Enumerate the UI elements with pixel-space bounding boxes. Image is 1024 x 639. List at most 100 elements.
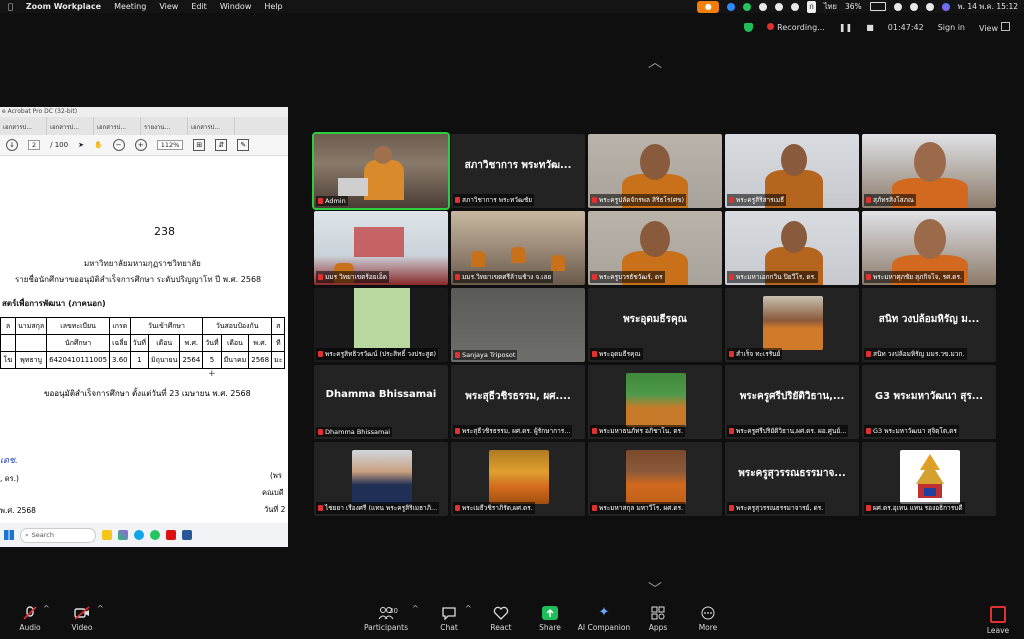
participant-tile[interactable]: พระครูสุวรรณธรรมาจ... พระครูสุวรรณธรรมาจา… <box>725 442 859 516</box>
siri-icon[interactable] <box>941 2 950 11</box>
participant-tile[interactable]: Admin <box>312 132 450 210</box>
bluetooth-icon[interactable] <box>775 2 784 11</box>
menubar-clock[interactable]: พ. 14 พ.ค. 15:12 <box>958 1 1018 13</box>
participant-tile[interactable]: G3 พระมหาวัฒนา สุร... G3 พระมหาวัฒนา สุจิ… <box>862 365 996 439</box>
input-source-badge[interactable]: ก <box>807 0 816 13</box>
pause-icon[interactable]: ❚❚ <box>839 23 852 32</box>
line-icon[interactable] <box>743 2 752 11</box>
audio-icon[interactable] <box>791 2 800 11</box>
ai-companion-button[interactable]: ✦ AI Companion <box>574 606 634 633</box>
line-app-icon[interactable] <box>150 530 160 540</box>
participant-display-name: สภาวิชาการ พระทวัฒ... <box>464 160 572 171</box>
participant-tile[interactable]: พระมหาศุภชัย สุภกิจโจ, รศ.ดร. <box>862 211 996 285</box>
participant-tile[interactable]: พระครูสิริสารเมธี <box>725 134 859 208</box>
participant-tile[interactable]: สุภัทรสิงโสภณ <box>862 134 996 208</box>
participant-tile[interactable]: พระครูบวรธัชวัฒร์, ดร <box>588 211 722 285</box>
mic-muted-icon <box>729 197 734 203</box>
acrobat-icon[interactable] <box>166 530 176 540</box>
menu-edit[interactable]: Edit <box>191 2 207 11</box>
view-button[interactable]: View <box>979 22 1010 33</box>
control-center-icon[interactable] <box>925 2 934 11</box>
participant-tile[interactable]: พระเมธีวชิราภิรัต,ผศ.ดร. <box>451 442 585 516</box>
mic-muted-icon <box>455 428 460 434</box>
participant-name: พระมหาสกุล มหาวีโร, ผศ.ดร. <box>599 504 684 512</box>
taskbar-search[interactable]: ⌕ Search <box>20 527 96 543</box>
file-explorer-icon[interactable] <box>102 530 112 540</box>
stop-icon[interactable]: ■ <box>866 23 874 32</box>
copilot-icon[interactable] <box>118 530 128 540</box>
participant-tile[interactable]: พระสุธีวชิรธรรม, ผศ.... พระสุธีวชิรธรรม, … <box>451 365 585 439</box>
page-down-icon[interactable]: ↓ <box>6 139 18 151</box>
shield-icon[interactable] <box>744 23 754 32</box>
wifi-icon[interactable] <box>893 2 902 11</box>
document-tab[interactable]: เอกสารป... <box>94 117 141 135</box>
page-number-input[interactable]: 2 <box>28 140 41 150</box>
leave-button[interactable]: Leave <box>968 606 1024 635</box>
document-tab[interactable]: เอกสารป... <box>188 117 235 135</box>
menu-window[interactable]: Window <box>220 2 252 11</box>
apple-icon[interactable]:  <box>8 2 13 11</box>
participant-name: G3 พระมหาวัฒนา สุจิตฺโต,ดร <box>873 427 957 435</box>
menu-meeting[interactable]: Meeting <box>114 2 146 11</box>
mic-status-icon[interactable]: ● <box>697 0 720 13</box>
participant-tile[interactable]: สภาวิชาการ พระทวัฒ... สภาวิชาการ พระทวัฒช… <box>451 134 585 208</box>
comment-icon[interactable]: ✎ <box>237 139 250 151</box>
input-source-label[interactable]: ไทย <box>824 1 837 13</box>
participant-tile[interactable]: Dhamma Bhissamai Dhamma Bhissamai <box>314 365 448 439</box>
document-tab[interactable]: รายงาน... <box>141 117 188 135</box>
table-cell: มะ <box>271 351 286 369</box>
zoom-in-icon[interactable]: + <box>134 139 147 151</box>
participant-tile[interactable]: Sanjaya Triposot <box>451 288 585 362</box>
participant-name-label: พระมหาเอกกวิน ปิยวีโร, ดร. <box>727 271 819 283</box>
participant-tile[interactable]: พระครูสิทธิวรวัฒน์ (ประสิทธิ์ วงประสูต) <box>314 288 448 362</box>
zoom-status-icon[interactable] <box>727 2 736 11</box>
more-button[interactable]: More <box>678 606 738 632</box>
select-tool-icon[interactable]: ➤ <box>78 141 84 149</box>
table-header: พ.ศ. <box>179 334 204 352</box>
zoom-level[interactable]: 112% <box>156 140 184 150</box>
battery-icon[interactable] <box>869 2 886 11</box>
audio-button[interactable]: Audio <box>0 606 60 632</box>
participant-tile[interactable]: สนิท วงปล้อมหิรัญ ม... สนิท วงปล้อมหิรัญ … <box>862 288 996 362</box>
document-tab[interactable]: เอกสารป... <box>47 117 94 135</box>
windows-start-icon[interactable] <box>4 530 14 540</box>
participant-name: สำเร็จ ทะเรรันย์ <box>736 350 781 358</box>
gallery-next-page-icon[interactable]: ﹀ <box>645 583 665 597</box>
participant-tile[interactable]: มมร.วิทยาเขตศรีล้านช้าง จ.เลย <box>451 211 585 285</box>
participant-name-label: พระครูสิริสารเมธี <box>727 194 787 206</box>
participant-tile[interactable]: พระอุดมธีรคุณ พระอุดมธีรคุณ <box>588 288 722 362</box>
gallery-prev-page-icon[interactable]: ︿ <box>645 56 665 70</box>
meeting-controls: Audio ^ Video ^ 30 Participants ^ Chat ^… <box>0 600 1024 639</box>
zoom-out-icon[interactable]: − <box>112 139 125 151</box>
participant-tile[interactable]: ไชยยา เรืองศรี (แทน พระครูสิริเมธาภิ... <box>314 442 448 516</box>
battery-percent[interactable]: 36% <box>845 2 862 11</box>
wechat-icon[interactable] <box>759 2 768 11</box>
participants-options-chevron-icon[interactable]: ^ <box>412 604 419 613</box>
participant-tile[interactable]: พระมหาธนภัทร อภิชาโน, ดร. <box>588 365 722 439</box>
menu-view[interactable]: View <box>159 2 178 11</box>
participant-tile[interactable]: พระครูปลัดจักรพล สิริธโร(ศข) <box>588 134 722 208</box>
audio-options-chevron-icon[interactable]: ^ <box>43 604 50 613</box>
participant-tile[interactable]: พระมหาเอกกวิน ปิยวีโร, ดร. <box>725 211 859 285</box>
recording-indicator[interactable]: Recording... <box>767 23 825 32</box>
video-options-chevron-icon[interactable]: ^ <box>97 604 104 613</box>
participant-name-label: Dhamma Bhissamai <box>316 427 393 437</box>
participant-name: พระอุดมธีรคุณ <box>599 350 641 358</box>
share-button[interactable]: Share <box>520 606 580 632</box>
hand-tool-icon[interactable]: ✋ <box>94 141 103 149</box>
fit-page-icon[interactable]: ⊞ <box>193 139 206 151</box>
word-icon[interactable] <box>182 530 192 540</box>
participant-tile[interactable]: สำเร็จ ทะเรรันย์ <box>725 288 859 362</box>
search-icon[interactable] <box>909 2 918 11</box>
edge-icon[interactable] <box>134 530 144 540</box>
participants-button[interactable]: 30 Participants <box>356 606 416 632</box>
participant-tile[interactable]: พระมหาสกุล มหาวีโร, ผศ.ดร. <box>588 442 722 516</box>
participant-tile[interactable]: มมร วิทยาเขตร้อยเอ็ด <box>314 211 448 285</box>
sign-in-button[interactable]: Sign in <box>938 23 965 32</box>
scroll-mode-icon[interactable]: ⇵ <box>215 139 228 151</box>
document-tab[interactable]: เอกสารป... <box>0 117 47 135</box>
participant-tile[interactable]: ผศ.ดร.อุเทน แทน รองอธิการบดี <box>862 442 996 516</box>
app-menu[interactable]: Zoom Workplace <box>26 2 101 11</box>
menu-help[interactable]: Help <box>264 2 282 11</box>
participant-tile[interactable]: พระครูศรีปริยัติวิธาน,... พระครูศรีปริยัต… <box>725 365 859 439</box>
